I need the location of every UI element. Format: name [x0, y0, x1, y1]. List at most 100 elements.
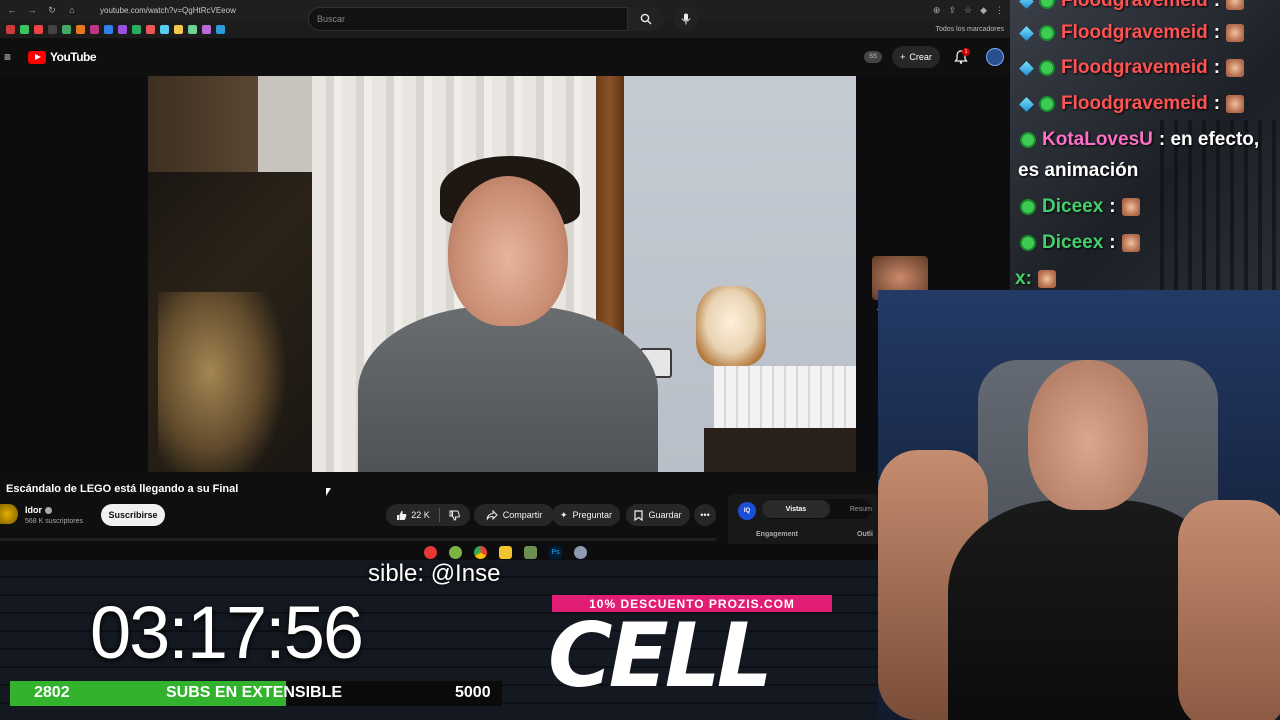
channel-name-text: Idor	[25, 505, 42, 515]
search-button[interactable]	[628, 7, 664, 31]
bookmark-icon[interactable]	[118, 24, 127, 34]
scroll-track[interactable]	[0, 538, 716, 541]
taskbar-app-icon[interactable]	[449, 545, 462, 559]
chat-message: KotaLovesU : en efecto,	[1020, 129, 1259, 151]
diamond-badge-icon	[1019, 0, 1034, 9]
chat-username: KotaLovesU	[1042, 129, 1153, 150]
engagement-label: Engagement	[756, 531, 799, 538]
subs-current: 2802	[34, 684, 70, 701]
all-bookmarks-folder[interactable]: Todos los marcadores	[936, 26, 1004, 33]
like-button[interactable]: 22 K	[396, 510, 430, 521]
address-bar[interactable]: youtube.com/watch?v=QgHtRcVEeow	[100, 6, 236, 15]
share-arrow-icon	[486, 510, 498, 520]
streamer-webcam	[878, 290, 1280, 720]
chat-text: es animación	[1018, 160, 1139, 181]
subscribe-button[interactable]: Suscribirse	[101, 504, 165, 526]
sponsor-logo: CELL	[548, 604, 773, 707]
voice-search-button[interactable]	[674, 7, 698, 31]
taskbar-app-icon[interactable]	[574, 545, 587, 559]
cabinet	[704, 428, 856, 472]
channel-name[interactable]: Idor	[25, 505, 52, 515]
browser-actions: ⊕ ⇪ ☆ ◆ ⋮	[933, 5, 1004, 16]
chat-username: Floodgravemeid	[1061, 57, 1208, 78]
bookmark-icon[interactable]	[188, 24, 197, 34]
more-actions-button[interactable]: •••	[694, 504, 716, 526]
bookmark-icon[interactable]	[104, 24, 113, 34]
like-separator	[438, 508, 440, 522]
channel-avatar[interactable]	[0, 504, 18, 524]
save-label: Guardar	[648, 510, 682, 520]
bookmark-icon[interactable]	[34, 24, 43, 34]
plus-icon: +	[900, 52, 906, 62]
save-button[interactable]: Guardar	[626, 504, 690, 526]
youtube-play-icon	[28, 50, 46, 64]
tab-views[interactable]: Vistas	[762, 500, 830, 518]
sub-badge-icon	[1039, 96, 1055, 112]
photoshop-icon[interactable]: Ps	[549, 545, 562, 559]
taskbar-app-icon[interactable]	[424, 545, 437, 559]
chat-text: :	[1109, 232, 1116, 253]
ss-badge[interactable]: SS	[864, 51, 882, 63]
chat-message: Floodgravemeid :	[1019, 57, 1245, 79]
more-dots-icon: •••	[700, 510, 710, 520]
account-avatar[interactable]	[986, 48, 1004, 66]
notification-count-badge: 1	[962, 48, 970, 56]
video-title: Escándalo de LEGO está llegando a su Fin…	[6, 483, 239, 495]
youtube-logo[interactable]: YouTube	[28, 50, 97, 64]
chat-username: Floodgravemeid	[1061, 0, 1208, 11]
share-button[interactable]: Compartir	[474, 504, 554, 526]
thumbs-up-icon	[397, 510, 407, 520]
chat-text: :	[1109, 196, 1116, 217]
bookmark-icon[interactable]	[132, 24, 141, 34]
reload-icon[interactable]: ↻	[46, 4, 58, 16]
bookmark-icon[interactable]	[216, 24, 225, 34]
chat-message: Floodgravemeid :	[1019, 22, 1245, 44]
taskbar: Ps	[424, 543, 587, 561]
zoom-icon[interactable]: ⊕	[933, 5, 941, 16]
bookmark-icon[interactable]	[146, 24, 155, 34]
forward-icon[interactable]: →	[26, 4, 38, 16]
sub-badge-icon	[1039, 25, 1055, 41]
streamer-head	[1028, 360, 1148, 510]
hamburger-menu-icon[interactable]: ≡	[4, 50, 18, 64]
bookmark-icon[interactable]	[20, 24, 29, 34]
search-input[interactable]: Buscar	[308, 7, 628, 31]
folder-icon[interactable]	[499, 545, 512, 559]
bookmark-icon[interactable]	[48, 24, 57, 34]
emote-icon	[1037, 270, 1056, 288]
mouse-cursor-icon	[326, 488, 331, 496]
share-label: Compartir	[502, 510, 543, 520]
share-icon[interactable]: ⇪	[948, 5, 956, 16]
bookmark-icon[interactable]	[6, 24, 15, 34]
chat-message: Diceex :	[1020, 196, 1140, 218]
ask-button[interactable]: ✦ Preguntar	[552, 504, 620, 526]
verified-icon	[45, 506, 52, 514]
diamond-badge-icon	[1019, 25, 1034, 41]
emote-icon	[1121, 198, 1140, 216]
bookmark-icon[interactable]	[76, 24, 85, 34]
sub-badge-icon	[1039, 0, 1055, 9]
home-icon[interactable]: ⌂	[66, 4, 78, 16]
taskbar-app-icon[interactable]	[524, 545, 537, 559]
create-button[interactable]: + Crear	[892, 46, 940, 68]
bookmark-icon[interactable]	[174, 24, 183, 34]
chrome-icon[interactable]	[474, 545, 487, 559]
like-count: 22 K	[411, 510, 430, 520]
video-player[interactable]	[148, 76, 856, 472]
thumbs-down-icon[interactable]	[449, 510, 460, 521]
bookmark-icon[interactable]	[90, 24, 99, 34]
like-dislike-group: 22 K	[386, 504, 470, 526]
bookmark-save-icon	[634, 509, 644, 521]
video-painting	[148, 172, 312, 472]
chat-text: :	[1213, 57, 1221, 78]
chat-username: Diceex	[1042, 232, 1104, 253]
vidiq-icon[interactable]: IQ	[738, 502, 756, 520]
star-icon[interactable]: ☆	[964, 5, 972, 16]
back-icon[interactable]: ←	[6, 4, 18, 16]
menu-icon[interactable]: ⋮	[995, 5, 1004, 16]
bookmark-icon[interactable]	[62, 24, 71, 34]
tab-summary[interactable]: Resum	[830, 506, 872, 513]
extension-icon[interactable]: ◆	[980, 5, 987, 16]
bookmark-icon[interactable]	[160, 24, 169, 34]
bookmark-icon[interactable]	[202, 24, 211, 34]
